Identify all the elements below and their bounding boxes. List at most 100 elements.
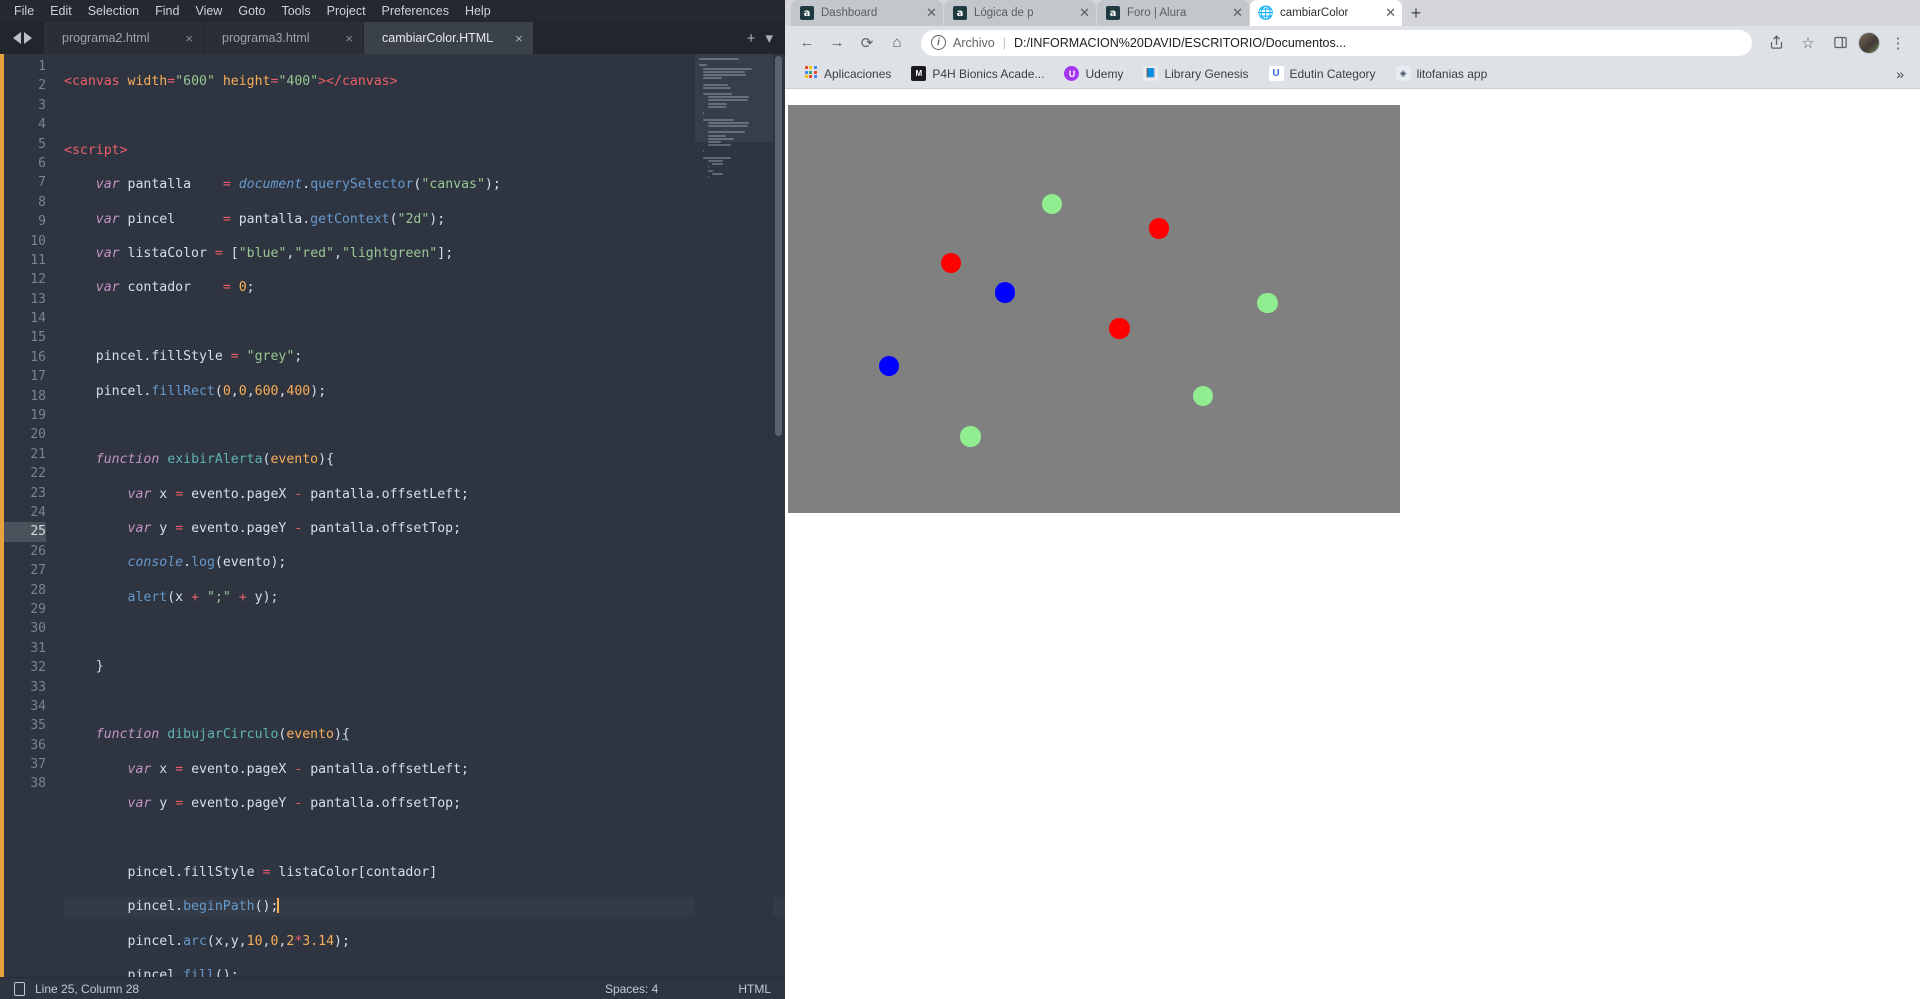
tab-scroll-left-icon[interactable] bbox=[12, 32, 21, 44]
globe-icon: 🌐 bbox=[1257, 5, 1275, 21]
close-icon[interactable]: × bbox=[345, 32, 353, 45]
browser-tab-label: Dashboard bbox=[821, 7, 878, 19]
editor-tab-label: cambiarColor.HTML bbox=[382, 31, 494, 45]
browser-tab-label: cambiarColor bbox=[1280, 7, 1349, 19]
line-number: 14 bbox=[30, 311, 46, 327]
new-tab-button[interactable]: + bbox=[747, 30, 756, 47]
browser-tab-logica[interactable]: a Lógica de p ✕ bbox=[944, 0, 1096, 26]
editor-tab-cambiarcolor[interactable]: cambiarColor.HTML × bbox=[364, 22, 534, 54]
line-number: 1 bbox=[38, 59, 46, 74]
line-number: 18 bbox=[30, 388, 46, 404]
line-number: 34 bbox=[30, 698, 46, 714]
menu-bar: File Edit Selection Find View Goto Tools… bbox=[0, 0, 785, 22]
address-bar[interactable]: i Archivo | D:/INFORMACION%20DAVID/ESCRI… bbox=[921, 29, 1752, 56]
minimap-line bbox=[707, 160, 723, 162]
menu-item-selection[interactable]: Selection bbox=[80, 1, 147, 21]
line-number: 5 bbox=[38, 136, 46, 152]
line-number: 4 bbox=[38, 117, 46, 133]
menu-item-tools[interactable]: Tools bbox=[273, 1, 318, 21]
editor-area: 1 2 3 4 5 6 7 8 9 10 11 12 13 14 15 16 17 18 19 20 21 22 23 24 2… bbox=[0, 54, 785, 977]
bookmark-aplicaciones[interactable]: Aplicaciones bbox=[795, 63, 899, 84]
tab-scroll-controls[interactable] bbox=[0, 22, 44, 54]
line-number: 6 bbox=[38, 155, 46, 171]
browser-tab-label: Lógica de p bbox=[974, 7, 1034, 19]
bookmark-star-icon[interactable]: ☆ bbox=[1794, 29, 1822, 57]
bookmark-p4h-bionics[interactable]: M P4H Bionics Acade... bbox=[903, 63, 1052, 84]
tab-list-menu-icon[interactable]: ▾ bbox=[765, 29, 773, 47]
menu-item-view[interactable]: View bbox=[187, 1, 230, 21]
browser-tab-label: Foro | Alura bbox=[1127, 7, 1187, 19]
home-icon[interactable]: ⌂ bbox=[883, 29, 911, 57]
menu-item-preferences[interactable]: Preferences bbox=[374, 1, 457, 21]
close-icon[interactable]: × bbox=[515, 32, 523, 45]
bookmark-label: Edutin Category bbox=[1289, 66, 1376, 81]
bookmark-label: Udemy bbox=[1085, 66, 1124, 81]
line-number: 35 bbox=[30, 718, 46, 734]
menu-item-find[interactable]: Find bbox=[147, 1, 187, 21]
udemy-favicon-icon: U bbox=[1064, 66, 1080, 81]
bookmark-udemy[interactable]: U Udemy bbox=[1056, 63, 1131, 84]
new-tab-button[interactable]: + bbox=[1403, 0, 1429, 26]
canvas-circle-lightgreen bbox=[960, 426, 981, 447]
menu-item-file[interactable]: File bbox=[6, 1, 42, 21]
browser-toolbar: ← → ⟳ ⌂ i Archivo | D:/INFORMACION%20DAV… bbox=[785, 26, 1920, 59]
alura-favicon-icon: a bbox=[953, 6, 967, 20]
menu-item-help[interactable]: Help bbox=[457, 1, 499, 21]
close-icon[interactable]: ✕ bbox=[1232, 5, 1243, 21]
line-number: 17 bbox=[30, 369, 46, 385]
side-panel-icon[interactable] bbox=[1826, 29, 1854, 57]
editor-tab-programa2[interactable]: programa2.html × bbox=[44, 22, 204, 54]
canvas-circle-red bbox=[1109, 318, 1130, 339]
menu-item-goto[interactable]: Goto bbox=[230, 1, 273, 21]
menu-item-project[interactable]: Project bbox=[319, 1, 374, 21]
line-number: 36 bbox=[30, 737, 46, 753]
url-text: D:/INFORMACION%20DAVID/ESCRITORIO/Docume… bbox=[1013, 35, 1347, 50]
indentation-label[interactable]: Spaces: 4 bbox=[605, 982, 658, 996]
cursor-position-label: Line 25, Column 28 bbox=[35, 981, 140, 996]
browser-menu-icon[interactable]: ⋮ bbox=[1884, 29, 1912, 57]
line-number: 20 bbox=[30, 427, 46, 443]
bookmark-litofanias-app[interactable]: ◈ litofanias app bbox=[1388, 63, 1496, 84]
site-favicon-icon: U bbox=[1268, 66, 1284, 81]
sidebar-toggle-icon[interactable] bbox=[14, 981, 25, 996]
bookmarks-overflow-icon[interactable]: » bbox=[1890, 66, 1910, 82]
code-content[interactable]: <canvas width="600" height="400"></canva… bbox=[56, 54, 785, 977]
minimap-viewport-box[interactable] bbox=[695, 54, 773, 142]
menu-item-edit[interactable]: Edit bbox=[42, 1, 80, 21]
line-number: 10 bbox=[30, 233, 46, 249]
close-icon[interactable]: ✕ bbox=[1385, 5, 1396, 21]
line-number: 11 bbox=[30, 252, 46, 268]
minimap-line bbox=[707, 169, 713, 172]
browser-tab-dashboard[interactable]: a Dashboard ✕ bbox=[791, 0, 943, 26]
tab-bar-actions: + ▾ bbox=[735, 22, 785, 54]
reload-icon[interactable]: ⟳ bbox=[853, 29, 881, 57]
forward-icon[interactable]: → bbox=[823, 29, 851, 57]
close-icon[interactable]: × bbox=[185, 32, 193, 45]
tab-scroll-right-icon[interactable] bbox=[23, 32, 32, 44]
page-info-icon[interactable]: i bbox=[931, 35, 946, 50]
page-viewport bbox=[785, 89, 1920, 999]
site-favicon-icon: 📘 bbox=[1143, 66, 1159, 81]
code-minimap[interactable] bbox=[695, 54, 773, 977]
editor-tab-label: programa2.html bbox=[62, 31, 150, 45]
editor-tab-programa3[interactable]: programa3.html × bbox=[204, 22, 364, 54]
line-number: 15 bbox=[30, 330, 46, 346]
browser-tab-foro[interactable]: a Foro | Alura ✕ bbox=[1097, 0, 1249, 26]
close-icon[interactable]: ✕ bbox=[1079, 5, 1090, 21]
editor-vertical-scrollbar[interactable] bbox=[775, 56, 782, 436]
bookmark-library-genesis[interactable]: 📘 Library Genesis bbox=[1135, 63, 1256, 84]
back-icon[interactable]: ← bbox=[793, 29, 821, 57]
bookmark-edutin-category[interactable]: U Edutin Category bbox=[1261, 63, 1384, 84]
share-icon[interactable] bbox=[1762, 29, 1790, 57]
html-canvas-element[interactable] bbox=[788, 105, 1400, 513]
site-favicon-icon: ◈ bbox=[1395, 66, 1411, 81]
sublime-text-window: File Edit Selection Find View Goto Tools… bbox=[0, 0, 785, 999]
line-number: 2 bbox=[38, 78, 46, 94]
close-icon[interactable]: ✕ bbox=[926, 5, 937, 21]
syntax-label[interactable]: HTML bbox=[738, 982, 771, 996]
profile-avatar[interactable] bbox=[1858, 31, 1880, 54]
browser-tab-cambiarcolor[interactable]: 🌐 cambiarColor ✕ bbox=[1250, 0, 1402, 26]
canvas-circle-lightgreen bbox=[1041, 193, 1063, 215]
line-number: 8 bbox=[38, 194, 46, 210]
site-favicon-icon: M bbox=[911, 66, 927, 81]
